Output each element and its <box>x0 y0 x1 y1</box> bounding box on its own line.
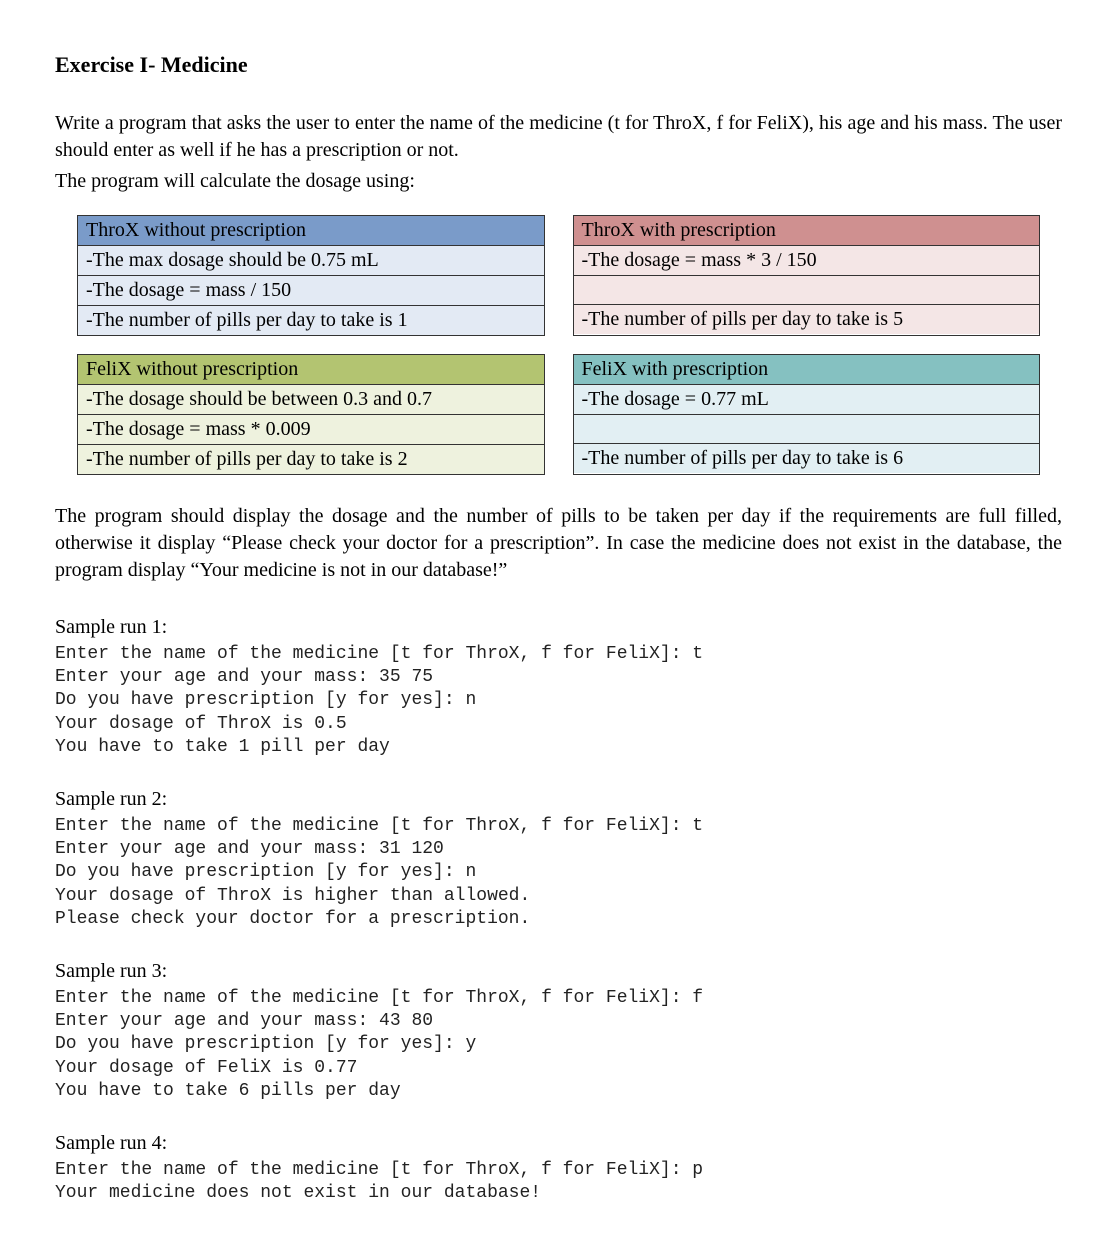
box-header: FeliX with prescription <box>574 355 1040 385</box>
sample-run-1: Sample run 1: Enter the name of the medi… <box>55 614 1062 760</box>
box-row: -The max dosage should be 0.75 mL <box>78 246 544 276</box>
box-header: ThroX without prescription <box>78 216 544 246</box>
sample-output: Enter the name of the medicine [t for Th… <box>55 815 1062 932</box>
box-row: -The number of pills per day to take is … <box>78 445 544 474</box>
box-spacer <box>574 415 1040 444</box>
intro-p2: The program will calculate the dosage us… <box>55 168 1062 195</box>
box-felix-with-prescription: FeliX with prescription -The dosage = 0.… <box>573 354 1041 475</box>
box-row: -The dosage = mass * 0.009 <box>78 415 544 445</box>
sample-output: Enter the name of the medicine [t for Th… <box>55 987 1062 1104</box>
box-spacer <box>574 276 1040 305</box>
box-row: -The number of pills per day to take is … <box>78 306 544 335</box>
intro-p1: Write a program that asks the user to en… <box>55 110 1062 164</box>
box-row: -The number of pills per day to take is … <box>574 444 1040 473</box>
box-row: -The dosage = 0.77 mL <box>574 385 1040 415</box>
box-throx-with-prescription: ThroX with prescription -The dosage = ma… <box>573 215 1041 336</box>
exercise-title: Exercise I- Medicine <box>55 50 1062 80</box>
box-row: -The dosage = mass / 150 <box>78 276 544 306</box>
after-grid-text: The program should display the dosage an… <box>55 503 1062 584</box>
box-row: -The dosage should be between 0.3 and 0.… <box>78 385 544 415</box>
sample-run-4: Sample run 4: Enter the name of the medi… <box>55 1130 1062 1206</box>
intro-block: Write a program that asks the user to en… <box>55 110 1062 195</box>
box-header: FeliX without prescription <box>78 355 544 385</box>
sample-title: Sample run 2: <box>55 786 1062 813</box>
sample-title: Sample run 4: <box>55 1130 1062 1157</box>
sample-run-2: Sample run 2: Enter the name of the medi… <box>55 786 1062 932</box>
box-row: -The dosage = mass * 3 / 150 <box>574 246 1040 276</box>
sample-output: Enter the name of the medicine [t for Th… <box>55 643 1062 760</box>
box-felix-no-prescription: FeliX without prescription -The dosage s… <box>77 354 545 475</box>
box-header: ThroX with prescription <box>574 216 1040 246</box>
dosage-grid: ThroX without prescription -The max dosa… <box>77 215 1040 475</box>
sample-output: Enter the name of the medicine [t for Th… <box>55 1159 1062 1206</box>
sample-run-3: Sample run 3: Enter the name of the medi… <box>55 958 1062 1104</box>
sample-title: Sample run 1: <box>55 614 1062 641</box>
sample-title: Sample run 3: <box>55 958 1062 985</box>
box-row: -The number of pills per day to take is … <box>574 305 1040 334</box>
box-throx-no-prescription: ThroX without prescription -The max dosa… <box>77 215 545 336</box>
